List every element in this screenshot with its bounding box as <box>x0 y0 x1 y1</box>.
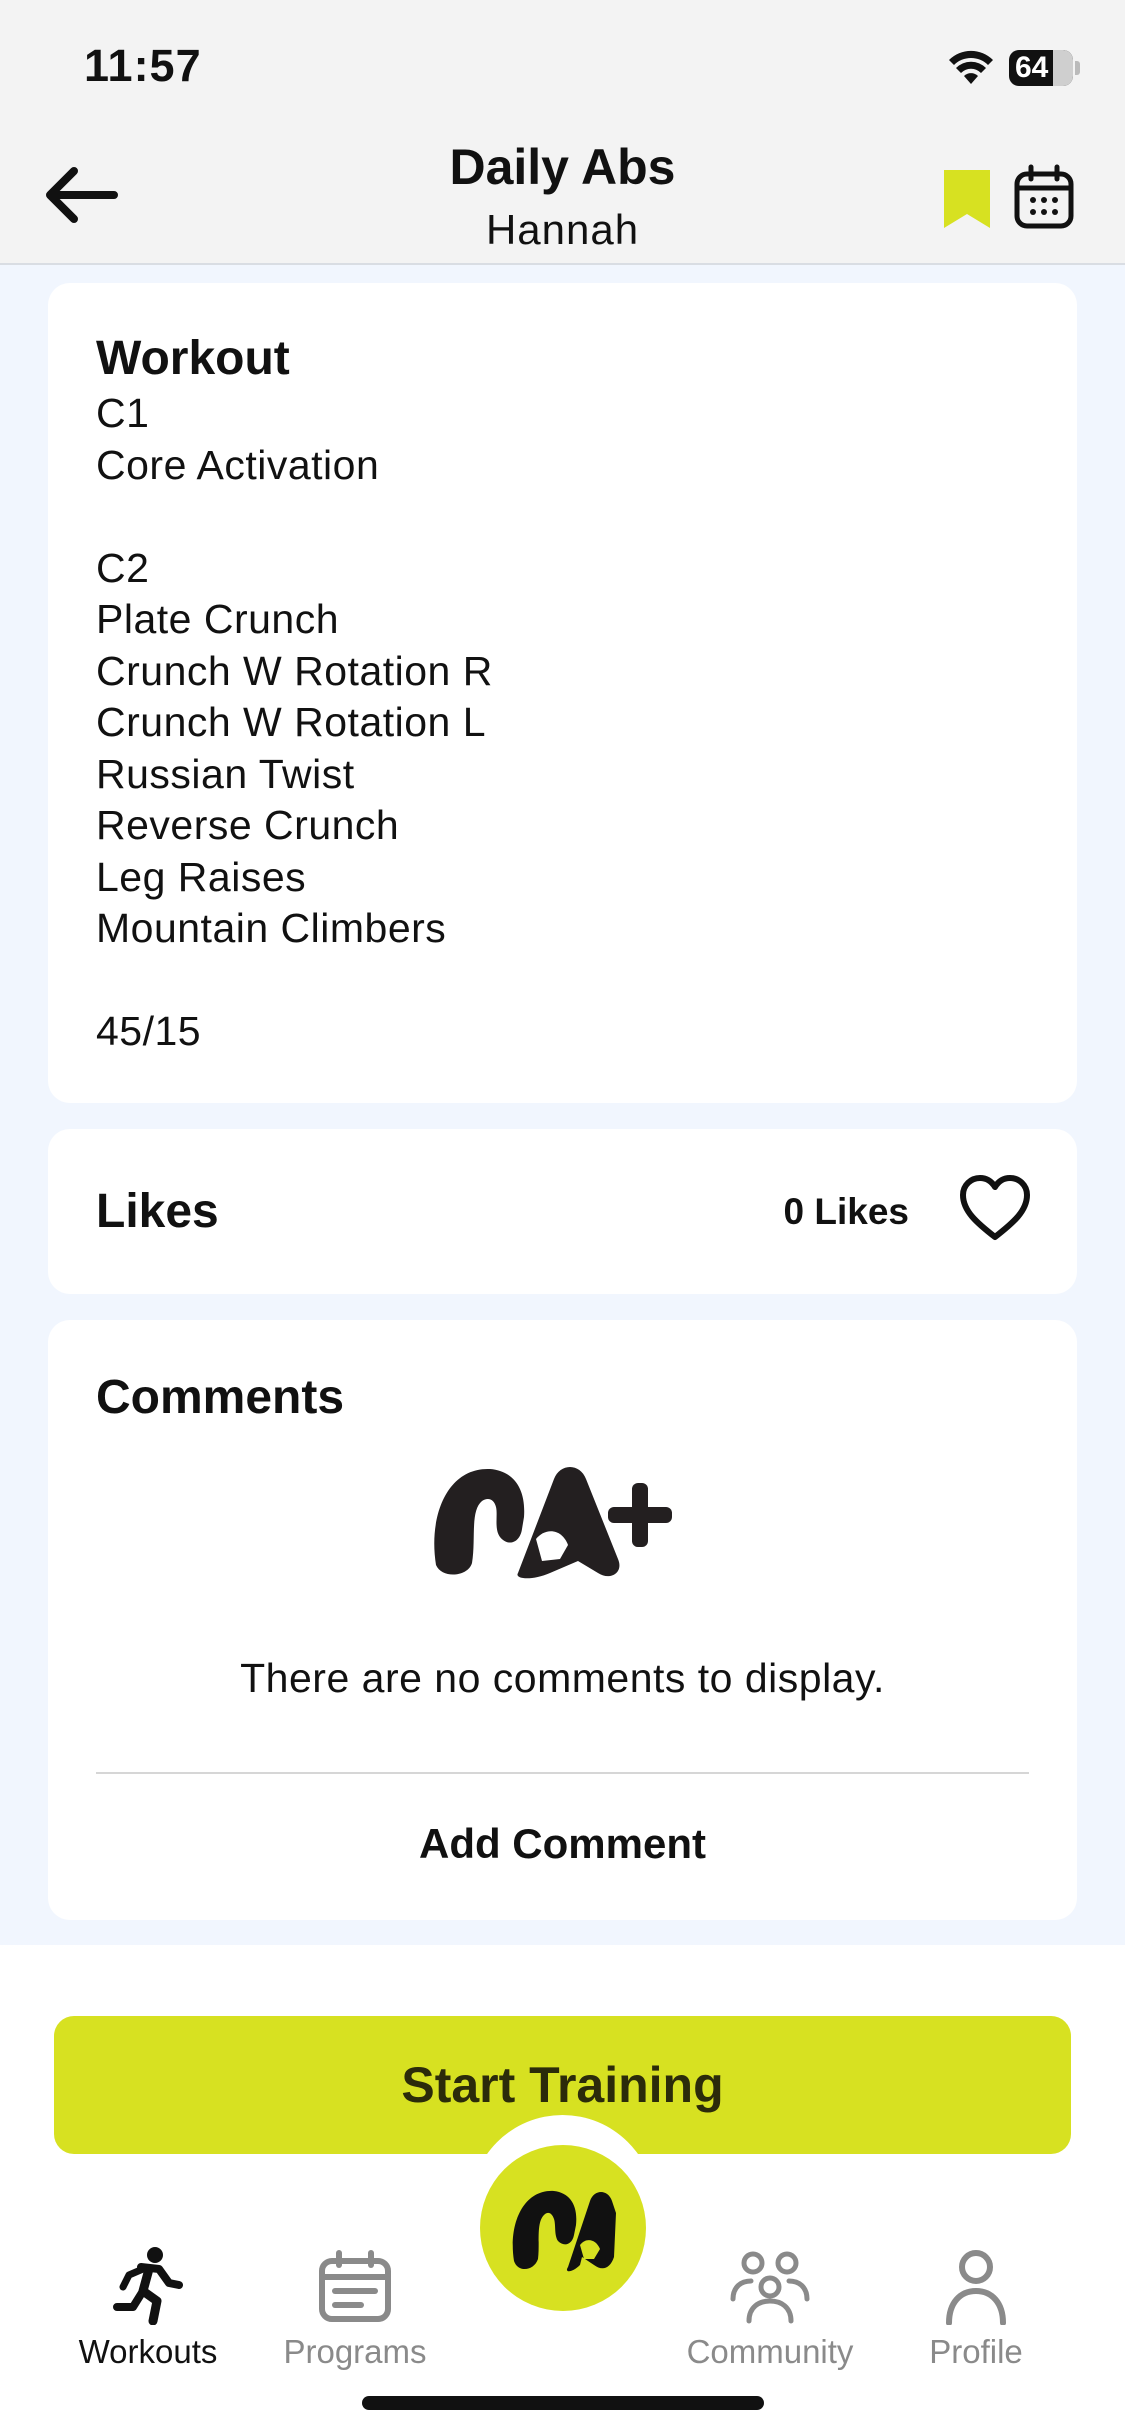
nav-profile[interactable]: Profile <box>866 2235 1086 2371</box>
calendar-list-icon <box>245 2235 465 2325</box>
battery-tip <box>1075 61 1080 75</box>
likes-count: 0 Likes <box>783 1191 909 1232</box>
home-indicator <box>362 2396 764 2410</box>
workout-line: Core Activation <box>96 441 380 488</box>
nav-programs[interactable]: Programs <box>245 2235 465 2371</box>
workout-title: Workout <box>96 332 290 385</box>
home-center-button[interactable] <box>480 2145 646 2311</box>
workout-line: Reverse Crunch <box>96 802 400 848</box>
workout-line <box>96 491 1077 543</box>
workout-line: Mountain Climbers <box>96 905 447 951</box>
like-button[interactable] <box>957 1173 1033 1248</box>
calendar-icon <box>1014 164 1074 229</box>
likes-card: Likes 0 Likes <box>48 1129 1077 1294</box>
workout-line: Plate Crunch <box>96 596 340 642</box>
workout-line: Leg Raises <box>96 853 307 900</box>
nav-label-programs: Programs <box>283 2333 427 2370</box>
wifi-icon <box>948 50 994 91</box>
running-person-icon <box>38 2235 258 2325</box>
workout-detail-screen: 11:57 64 Daily Abs Hannah Workout C1 Cor… <box>0 0 1125 2436</box>
add-comment-button[interactable]: Add Comment <box>48 1820 1077 1868</box>
workout-line: C1 <box>96 390 150 436</box>
workout-line: Russian Twist <box>96 750 355 797</box>
comments-title: Comments <box>96 1371 345 1424</box>
workout-line <box>96 955 1077 1007</box>
nav-workouts[interactable]: Workouts <box>38 2235 258 2371</box>
bookmark-icon <box>944 170 990 228</box>
calendar-button[interactable] <box>1013 164 1075 235</box>
workout-line: Crunch W Rotation L <box>96 699 487 745</box>
bookmark-button[interactable] <box>942 168 992 235</box>
status-time: 11:57 <box>84 40 202 91</box>
workout-line: Crunch W Rotation R <box>96 647 493 694</box>
nav-label-profile: Profile <box>929 2333 1023 2370</box>
battery-indicator: 64 <box>1009 50 1073 86</box>
divider <box>96 1772 1029 1774</box>
heart-icon <box>960 1175 1030 1240</box>
nav-label-workouts: Workouts <box>78 2333 218 2370</box>
workout-line: C2 <box>96 544 150 591</box>
workout-line: 45/15 <box>96 1008 202 1054</box>
workout-card: Workout C1 Core Activation C2 Plate Crunch C… <box>48 283 1077 1103</box>
battery-empty-segment <box>1053 50 1073 86</box>
likes-title: Likes <box>96 1185 219 1238</box>
nav-community[interactable]: Community <box>660 2235 880 2371</box>
nav-label-community: Community <box>686 2333 854 2370</box>
people-group-icon <box>660 2235 880 2325</box>
bottom-area: Start Training Workouts Programs Communi… <box>0 1945 1125 2436</box>
workout-description: C1 Core Activation C2 Plate Crunch Crunch W … <box>96 388 1077 1058</box>
app-logo-plus-icon <box>428 1455 698 1585</box>
battery-level: 64 <box>1015 51 1049 84</box>
top-bar: 11:57 64 Daily Abs Hannah <box>0 0 1125 265</box>
person-icon <box>866 2235 1086 2325</box>
app-logo-icon <box>512 2190 616 2272</box>
no-comments-message: There are no comments to display. <box>240 1655 885 1701</box>
comments-card: Comments There are no comments to displa… <box>48 1320 1077 1920</box>
